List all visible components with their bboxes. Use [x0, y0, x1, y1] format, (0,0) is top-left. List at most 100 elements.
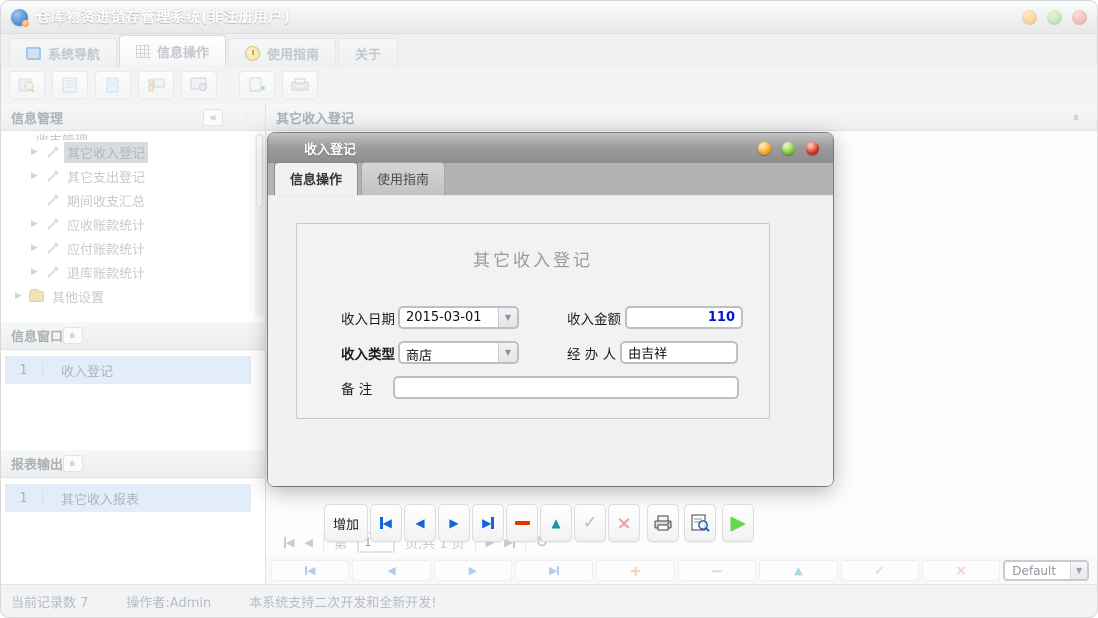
- prev-record-button[interactable]: ◀: [404, 504, 436, 542]
- doc-add-icon[interactable]: [239, 70, 275, 100]
- dialog-title-bar[interactable]: 收入登记: [268, 133, 833, 163]
- last-record-button[interactable]: ▶: [472, 504, 504, 542]
- main-panel-title: 其它收入登记: [276, 111, 355, 127]
- remark-input[interactable]: [393, 376, 740, 399]
- app-logo-icon: [11, 8, 29, 27]
- expand-arrow-icon[interactable]: ▶: [31, 219, 45, 229]
- tool-icon: [47, 194, 59, 206]
- dialog-close-button[interactable]: [806, 141, 819, 155]
- record-prev-button[interactable]: ◀: [352, 560, 431, 581]
- info-window-row[interactable]: 1 收入登记: [5, 356, 251, 384]
- income-type-select[interactable]: 商店 ▼: [398, 341, 519, 364]
- report-output-row[interactable]: 1 其它收入报表: [5, 484, 251, 512]
- record-delete-button[interactable]: −: [677, 560, 757, 581]
- collapse-up-icon[interactable]: «: [1067, 109, 1087, 126]
- record-toolbar: ◀ ◀ ▶ ▶ + − ▲ ✓ × Default ▼: [266, 557, 1097, 584]
- income-register-dialog: 收入登记 信息操作 使用指南 其它收入登记 收入日期 2015-03-01 ▼: [268, 133, 833, 542]
- dialog-tab-user-guide[interactable]: 使用指南: [361, 162, 446, 195]
- report-output-header: 报表输出 «: [1, 450, 265, 478]
- tree-item-clipped[interactable]: 收支管理: [1, 131, 255, 140]
- edit-button[interactable]: ▲: [540, 504, 572, 542]
- dialog-minimize-button[interactable]: [758, 141, 771, 155]
- sidebar-refresh-icon[interactable]: ↻: [244, 110, 255, 125]
- tab-system-nav[interactable]: 系统导航: [9, 38, 118, 67]
- run-button[interactable]: ▶: [722, 504, 754, 542]
- tree-item-other-expense[interactable]: ▶ 其它支出登记: [1, 164, 255, 188]
- check-icon: ✓: [582, 513, 598, 533]
- first-record-button[interactable]: ◀: [370, 504, 402, 542]
- expand-arrow-icon[interactable]: ▶: [15, 291, 29, 301]
- confirm-button[interactable]: ✓: [574, 504, 606, 542]
- record-cancel-button[interactable]: ×: [921, 560, 1001, 581]
- title-bar: 仓库物资进销存管理系统(非注册用户): [1, 1, 1097, 34]
- prev-page-icon[interactable]: ◀: [304, 536, 312, 549]
- minimize-button[interactable]: [1022, 9, 1037, 25]
- dropdown-arrow-icon[interactable]: ▼: [1070, 562, 1088, 579]
- tool-icon: [47, 146, 59, 158]
- tool-icon: [47, 266, 59, 278]
- next-record-button[interactable]: ▶: [438, 504, 470, 542]
- tree-item-payable-stats[interactable]: ▶ 应付账款统计: [1, 236, 255, 260]
- tree-item-period-summary[interactable]: 期间收支汇总: [1, 188, 255, 212]
- record-edit-button[interactable]: ▲: [759, 560, 838, 581]
- collapse-up-icon[interactable]: «: [63, 327, 84, 344]
- record-next-button[interactable]: ▶: [433, 560, 513, 581]
- dialog-maximize-button[interactable]: [782, 141, 795, 155]
- delete-button[interactable]: [506, 504, 538, 542]
- income-amount-input[interactable]: [625, 306, 743, 329]
- list-form-icon[interactable]: [52, 70, 88, 100]
- expand-arrow-icon[interactable]: ▶: [31, 147, 45, 157]
- tab-info-operation[interactable]: 信息操作: [119, 35, 227, 67]
- tree-item-other-income[interactable]: ▶ 其它收入登记: [1, 140, 255, 164]
- printer-tray-icon[interactable]: [282, 70, 318, 100]
- add-button[interactable]: 增加: [324, 504, 368, 542]
- record-last-button[interactable]: ▶: [515, 560, 594, 581]
- user-chart-icon[interactable]: [138, 70, 174, 100]
- expand-arrow-icon[interactable]: ▶: [31, 171, 45, 181]
- sidebar-collapse-button[interactable]: «: [203, 108, 224, 126]
- tree-scrollbar-thumb[interactable]: [256, 135, 263, 207]
- tab-about[interactable]: 关于: [338, 38, 399, 67]
- dialog-button-row: 增加 ◀ ◀ ▶ ▶ ▲ ✓ × ▶: [324, 504, 754, 542]
- record-add-button[interactable]: +: [596, 560, 675, 581]
- tree-item-receivable-stats[interactable]: ▶ 应收账款统计: [1, 212, 255, 236]
- operator: 操作者:Admin: [126, 595, 212, 611]
- style-select[interactable]: Default ▼: [1003, 560, 1090, 581]
- search-form-icon[interactable]: [9, 70, 45, 100]
- first-page-icon[interactable]: ◀: [284, 536, 294, 549]
- preview-button[interactable]: [684, 504, 716, 542]
- handler-label: 经 办 人: [567, 346, 617, 363]
- cancel-button[interactable]: ×: [608, 504, 640, 542]
- dropdown-arrow-icon[interactable]: ▼: [498, 343, 517, 362]
- sidebar-add-icon[interactable]: +: [228, 110, 239, 125]
- report-output-title: 报表输出: [11, 458, 64, 473]
- record-first-button[interactable]: ◀: [271, 560, 350, 581]
- main-panel-header: 其它收入登记 «: [266, 104, 1097, 131]
- expand-arrow-icon[interactable]: ▶: [31, 267, 45, 277]
- dialog-tab-bar: 信息操作 使用指南: [268, 162, 833, 196]
- dialog-tab-info-operation[interactable]: 信息操作: [274, 162, 359, 195]
- handler-input[interactable]: [620, 341, 739, 364]
- tab-user-guide[interactable]: 使用指南: [228, 38, 337, 67]
- record-confirm-button[interactable]: ✓: [840, 560, 919, 581]
- close-button[interactable]: [1072, 9, 1087, 25]
- print-button[interactable]: [647, 504, 679, 542]
- expand-arrow-icon[interactable]: ▶: [31, 243, 45, 253]
- tree-item-other-settings[interactable]: ▶ 其他设置: [1, 284, 255, 308]
- monitor-icon[interactable]: [181, 70, 217, 100]
- main-tab-bar: 系统导航 信息操作 使用指南 关于: [1, 34, 1097, 67]
- app-title: 仓库物资进销存管理系统(非注册用户): [36, 10, 291, 26]
- dialog-title: 收入登记: [304, 142, 357, 158]
- income-date-select[interactable]: 2015-03-01 ▼: [398, 306, 519, 329]
- tree-scrollbar[interactable]: [255, 133, 264, 317]
- income-amount-label: 收入金额: [567, 311, 621, 328]
- dropdown-arrow-icon[interactable]: ▼: [498, 308, 517, 327]
- tree-item-return-stats[interactable]: ▶ 退库账款统计: [1, 260, 255, 284]
- tool-icon: [47, 242, 59, 254]
- maximize-button[interactable]: [1047, 9, 1062, 25]
- window-controls: [1022, 9, 1087, 25]
- status-message: 本系统支持二次开发和全新开发!: [249, 595, 437, 611]
- collapse-up-icon[interactable]: «: [63, 455, 84, 472]
- document-icon[interactable]: [95, 70, 131, 100]
- printer-icon: [654, 515, 672, 531]
